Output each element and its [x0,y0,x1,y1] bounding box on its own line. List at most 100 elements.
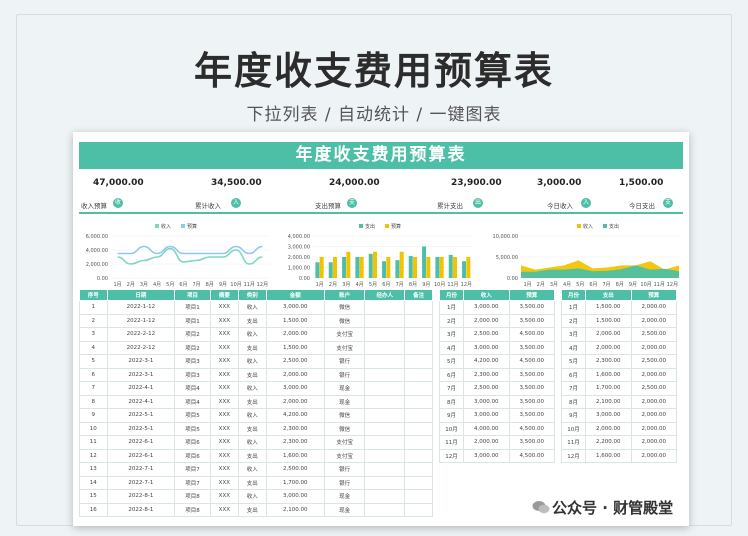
table-cell[interactable]: 支出 [237,340,267,355]
table-cell[interactable]: 9月 [560,408,587,423]
table-cell[interactable] [404,435,433,450]
table-cell[interactable]: 现金 [324,381,366,396]
table-cell[interactable]: 12月 [560,448,587,463]
table-cell[interactable]: 3月 [438,327,465,342]
table-cell[interactable]: 6月 [560,367,587,382]
table-cell[interactable]: 4,500.00 [508,421,556,436]
table-cell[interactable] [364,475,406,490]
table-cell[interactable]: XXX [209,381,239,396]
column-header[interactable]: 金额 [265,289,326,301]
table-cell[interactable]: XXX [209,489,239,504]
table-cell[interactable]: 3,500.00 [508,435,556,450]
table-cell[interactable]: 2,100.00 [585,394,632,409]
table-cell[interactable]: 2 [79,313,108,328]
table-cell[interactable]: 2022-6-1 [106,448,176,463]
table-row[interactable]: 7月 1,700.00 2,500.00 [560,381,678,396]
table-row[interactable]: 10月 4,000.00 4,500.00 [438,421,556,436]
table-cell[interactable]: 2,200.00 [585,435,632,450]
table-cell[interactable] [404,408,433,423]
table-cell[interactable]: 3,000.00 [265,300,326,315]
table-cell[interactable] [364,448,406,463]
table-cell[interactable]: 支出 [237,448,267,463]
table-cell[interactable] [364,421,406,436]
table-cell[interactable]: 支出 [237,502,267,517]
table-cell[interactable]: 银行 [324,354,366,369]
table-cell[interactable]: 2,000.00 [463,313,510,328]
table-cell[interactable]: 2,300.00 [463,367,510,382]
table-row[interactable]: 16 2022-8-1 项目8 XXX 支出 2,100.00 现金 [79,502,433,517]
table-cell[interactable] [364,327,406,342]
table-cell[interactable]: 3,000.00 [585,408,632,423]
table-row[interactable]: 1 2022-1-12 项目1 XXX 收入 3,000.00 微信 [79,300,433,315]
table-cell[interactable]: 3,000.00 [463,448,510,463]
table-row[interactable]: 4月 3,000.00 3,500.00 [438,340,556,355]
table-cell[interactable] [404,340,433,355]
table-row[interactable]: 15 2022-8-1 项目8 XXX 收入 3,000.00 现金 [79,489,433,504]
table-cell[interactable]: 8月 [560,394,587,409]
table-cell[interactable]: 2,000.00 [265,327,326,342]
table-row[interactable]: 6 2022-3-1 项目3 XXX 支出 2,000.00 银行 [79,367,433,382]
table-cell[interactable]: 2,300.00 [265,421,326,436]
table-cell[interactable] [364,340,406,355]
table-cell[interactable]: 项目4 [174,394,211,409]
table-cell[interactable]: 5 [79,354,108,369]
table-cell[interactable]: XXX [209,475,239,490]
table-row[interactable]: 6月 2,300.00 3,500.00 [438,367,556,382]
column-header[interactable]: 月份 [438,289,465,301]
table-cell[interactable]: 2,000.00 [585,421,632,436]
column-header[interactable]: 日期 [106,289,176,301]
table-cell[interactable]: 2,000.00 [265,394,326,409]
table-cell[interactable]: 4月 [560,340,587,355]
table-row[interactable]: 8月 3,000.00 3,500.00 [438,394,556,409]
table-cell[interactable]: 3,000.00 [265,489,326,504]
column-header[interactable]: 预算 [630,289,678,301]
table-cell[interactable]: 3,500.00 [508,340,556,355]
table-cell[interactable]: 现金 [324,502,366,517]
table-row[interactable]: 5月 4,200.00 4,500.00 [438,354,556,369]
table-cell[interactable]: 项目4 [174,381,211,396]
table-cell[interactable]: 2,500.00 [463,327,510,342]
table-cell[interactable]: 项目6 [174,448,211,463]
table-cell[interactable]: 3月 [560,327,587,342]
table-cell[interactable]: 6月 [438,367,465,382]
table-cell[interactable]: 1,600.00 [265,448,326,463]
table-cell[interactable]: 2,500.00 [630,327,678,342]
column-header[interactable]: 预算 [508,289,556,301]
table-cell[interactable]: 2,000.00 [585,327,632,342]
table-row[interactable]: 7月 2,500.00 3,500.00 [438,381,556,396]
table-row[interactable]: 1月 1,500.00 2,000.00 [560,300,678,315]
table-cell[interactable]: 9月 [438,408,465,423]
table-row[interactable]: 8月 2,100.00 2,000.00 [560,394,678,409]
table-cell[interactable]: 2,000.00 [630,394,678,409]
table-cell[interactable]: 1,500.00 [585,300,632,315]
table-cell[interactable]: 现金 [324,394,366,409]
table-cell[interactable]: 2,300.00 [265,435,326,450]
table-cell[interactable]: 2月 [438,313,465,328]
table-cell[interactable]: 2022-3-1 [106,367,176,382]
table-cell[interactable]: 10 [79,421,108,436]
column-header[interactable]: 项目 [174,289,211,301]
table-cell[interactable]: 2,000.00 [463,435,510,450]
table-cell[interactable]: 项目8 [174,489,211,504]
table-cell[interactable]: XXX [209,421,239,436]
table-row[interactable]: 8 2022-4-1 项目4 XXX 支出 2,000.00 现金 [79,394,433,409]
table-row[interactable]: 13 2022-7-1 项目7 XXX 收入 2,500.00 银行 [79,462,433,477]
table-cell[interactable]: 2022-5-1 [106,408,176,423]
table-cell[interactable]: 2,000.00 [630,367,678,382]
table-row[interactable]: 4 2022-2-12 项目2 XXX 支出 1,500.00 支付宝 [79,340,433,355]
table-cell[interactable]: 9 [79,408,108,423]
table-cell[interactable]: 2月 [560,313,587,328]
table-cell[interactable]: 3,500.00 [508,367,556,382]
table-cell[interactable]: XXX [209,435,239,450]
table-cell[interactable]: 项目3 [174,354,211,369]
table-cell[interactable]: 3,500.00 [508,300,556,315]
table-cell[interactable] [364,381,406,396]
table-cell[interactable]: 4,200.00 [265,408,326,423]
table-cell[interactable]: 2022-2-12 [106,340,176,355]
table-cell[interactable]: 3,000.00 [265,381,326,396]
table-cell[interactable]: 银行 [324,462,366,477]
table-cell[interactable]: 2,000.00 [265,367,326,382]
table-row[interactable]: 7 2022-4-1 项目4 XXX 收入 3,000.00 现金 [79,381,433,396]
table-row[interactable]: 9月 3,000.00 3,500.00 [438,408,556,423]
column-header[interactable]: 经办人 [364,289,406,301]
